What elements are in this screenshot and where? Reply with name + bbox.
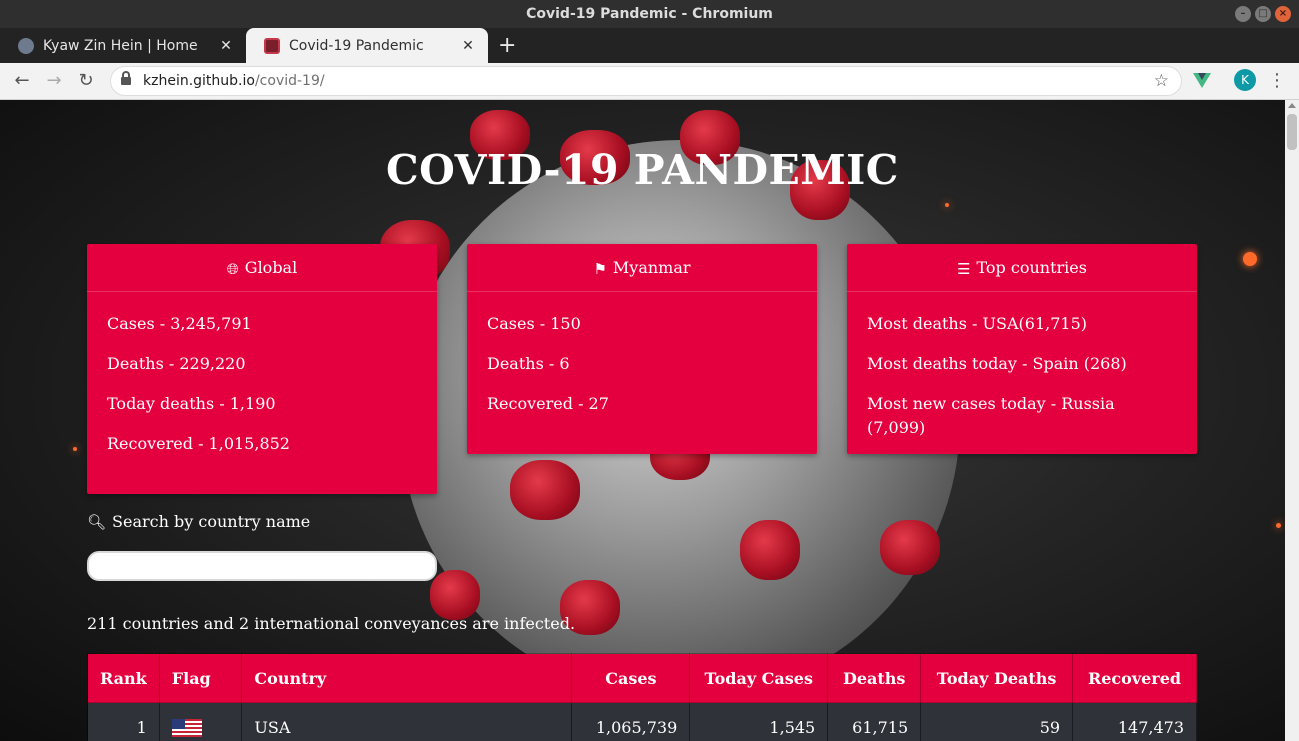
cell-cases: 1,065,739 (571, 702, 691, 741)
reload-button[interactable]: ↻ (72, 63, 100, 99)
close-window-button[interactable]: × (1275, 6, 1291, 22)
page-title: COVID-19 PANDEMIC (386, 146, 899, 194)
page-viewport: COVID-19 PANDEMIC 🌐︎ Global Cases - 3,245… (0, 100, 1285, 741)
bookmark-star-icon[interactable]: ☆ (1154, 67, 1169, 95)
usa-flag-icon (171, 719, 202, 738)
header-rank[interactable]: Rank (87, 653, 160, 703)
lock-icon (121, 71, 131, 87)
cell-today-cases: 1,545 (689, 702, 829, 741)
search-label: 🔍︎ Search by country name (87, 512, 310, 531)
header-recovered[interactable]: Recovered (1072, 653, 1197, 703)
global-cases: Cases - 3,245,791 (107, 314, 252, 333)
browser-toolbar: ← → ↻ kzhein.github.io/covid-19/ ☆ K ⋮ (0, 63, 1299, 100)
cell-flag (158, 702, 243, 741)
window-title: Covid-19 Pandemic - Chromium (526, 6, 773, 22)
cell-rank: 1 (87, 702, 160, 741)
vue-devtools-icon[interactable] (1193, 73, 1211, 88)
favicon-icon (18, 37, 34, 54)
minimize-button[interactable]: – (1235, 6, 1251, 22)
global-card: 🌐︎ Global Cases - 3,245,791 Deaths - 229,… (87, 244, 437, 494)
infected-summary: 211 countries and 2 international convey… (87, 614, 576, 633)
top-countries-card-header: ☰ Top countries (847, 244, 1197, 292)
tab-covid-19[interactable]: Covid-19 Pandemic ✕ (246, 28, 488, 63)
global-deaths: Deaths - 229,220 (107, 354, 246, 373)
forward-button[interactable]: → (40, 63, 68, 99)
myanmar-cases: Cases - 150 (487, 314, 581, 333)
new-tab-button[interactable]: + (498, 28, 516, 63)
flag-icon: ⚑ (593, 260, 607, 278)
search-label-text: Search by country name (112, 512, 311, 531)
favicon-icon (264, 37, 280, 54)
scroll-up-arrow-icon[interactable] (1288, 103, 1296, 108)
tab-kyaw-zin-hein[interactable]: Kyaw Zin Hein | Home ✕ (0, 28, 246, 63)
myanmar-card-header: ⚑ Myanmar (467, 244, 817, 292)
window-controls: – □ × (1235, 6, 1291, 22)
header-today-cases[interactable]: Today Cases (689, 653, 829, 703)
countries-table: Rank Flag Country Cases Today Cases Deat… (87, 653, 1197, 741)
myanmar-recovered: Recovered - 27 (487, 394, 609, 413)
back-button[interactable]: ← (8, 63, 36, 99)
country-search-input[interactable] (87, 551, 437, 581)
header-flag: Flag (158, 653, 243, 703)
url-path: /covid-19/ (254, 73, 325, 89)
cell-deaths: 61,715 (827, 702, 922, 741)
top-countries-card: ☰ Top countries Most deaths - USA(61,715)… (847, 244, 1197, 454)
global-today-deaths: Today deaths - 1,190 (107, 394, 276, 413)
window-titlebar: Covid-19 Pandemic - Chromium – □ × (0, 0, 1299, 28)
close-tab-icon[interactable]: ✕ (460, 38, 476, 54)
address-bar[interactable]: kzhein.github.io/covid-19/ ☆ (110, 66, 1182, 96)
globe-icon: 🌐︎ (226, 260, 239, 278)
database-icon: ☰ (957, 260, 971, 278)
browser-menu-icon[interactable]: ⋮ (1268, 63, 1286, 99)
top-most-new-cases: Most new cases today - Russia (7,099) (867, 394, 1115, 437)
global-card-header: 🌐︎ Global (87, 244, 437, 292)
global-recovered: Recovered - 1,015,852 (107, 434, 290, 453)
url-text[interactable]: kzhein.github.io/covid-19/ (143, 67, 325, 95)
profile-avatar[interactable]: K (1234, 69, 1256, 91)
close-tab-icon[interactable]: ✕ (218, 38, 234, 54)
search-icon: 🔍︎ (87, 513, 107, 531)
table-row: 1 USA 1,065,739 1,545 61,715 59 147,473 (87, 702, 1197, 741)
myanmar-heading: Myanmar (612, 258, 691, 277)
tab-strip: Kyaw Zin Hein | Home ✕ Covid-19 Pandemic… (0, 28, 1299, 63)
myanmar-card: ⚑ Myanmar Cases - 150 Deaths - 6 Recovere… (467, 244, 817, 454)
global-heading: Global (244, 258, 298, 277)
url-domain: kzhein.github.io (143, 73, 255, 89)
cell-recovered: 147,473 (1072, 702, 1197, 741)
tab-label: Covid-19 Pandemic (289, 37, 424, 54)
table-header-row: Rank Flag Country Cases Today Cases Deat… (87, 653, 1197, 703)
header-today-deaths[interactable]: Today Deaths (920, 653, 1074, 703)
top-most-deaths-today: Most deaths today - Spain (268) (867, 354, 1127, 373)
cell-country: USA (241, 702, 573, 741)
scroll-thumb[interactable] (1287, 114, 1297, 150)
header-deaths[interactable]: Deaths (827, 653, 922, 703)
top-most-deaths: Most deaths - USA(61,715) (867, 314, 1087, 333)
tab-label: Kyaw Zin Hein | Home (43, 37, 198, 54)
header-country[interactable]: Country (241, 653, 573, 703)
cell-today-deaths: 59 (920, 702, 1074, 741)
top-countries-heading: Top countries (976, 258, 1087, 277)
myanmar-deaths: Deaths - 6 (487, 354, 570, 373)
page-scrollbar[interactable] (1285, 100, 1299, 741)
header-cases[interactable]: Cases (571, 653, 691, 703)
maximize-button[interactable]: □ (1255, 6, 1271, 22)
